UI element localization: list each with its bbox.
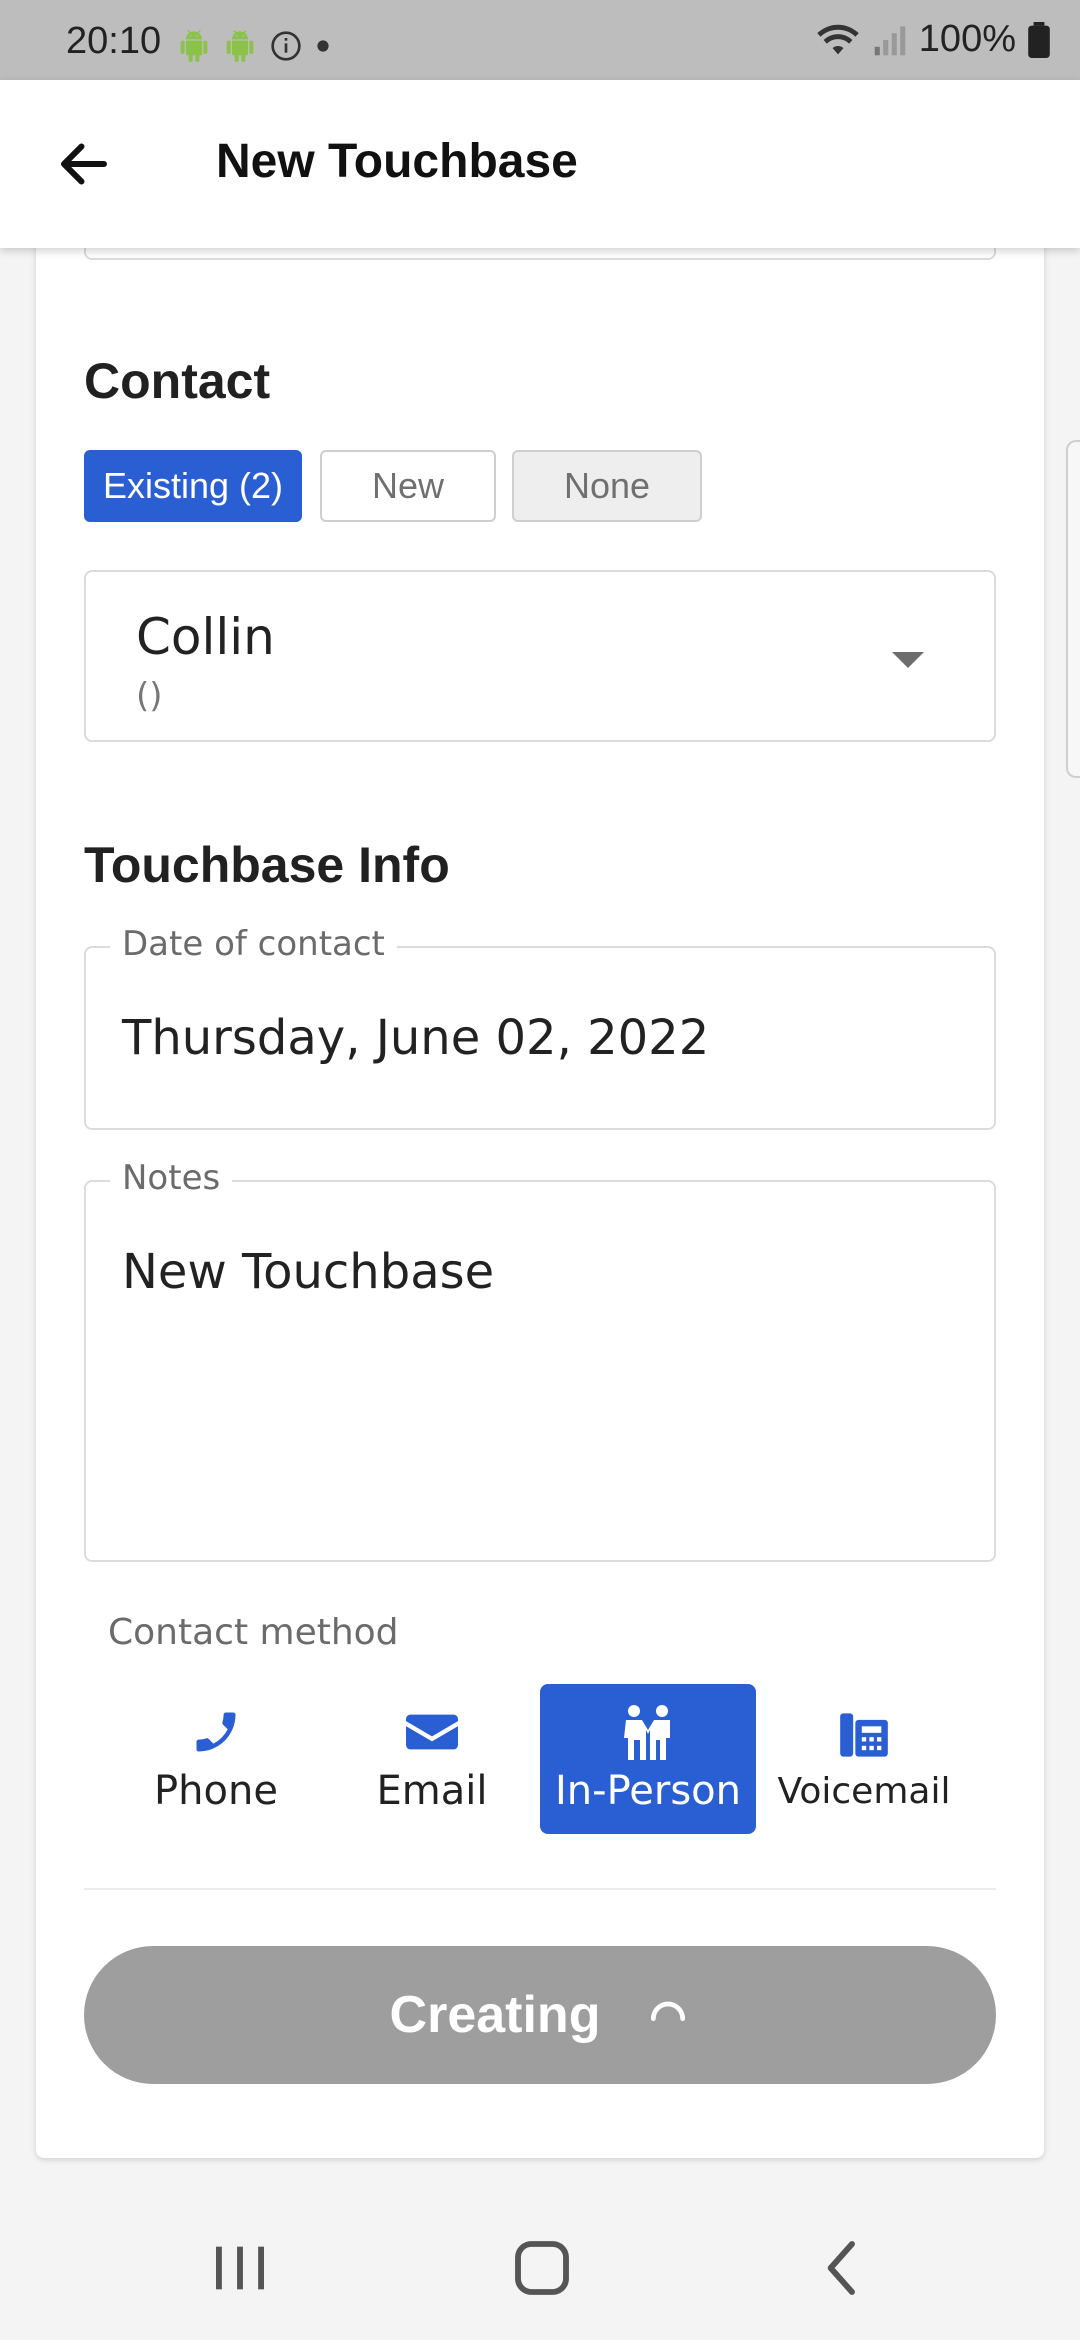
contact-select-name: Collin (136, 608, 275, 666)
notes-field-value: New Touchbase (122, 1244, 495, 1300)
battery-percent: 100% (918, 18, 1016, 60)
system-nav-bar (0, 2196, 1080, 2340)
date-field-value: Thursday, June 02, 2022 (122, 1010, 710, 1066)
dropdown-caret-icon (892, 652, 924, 668)
method-in-person-label: In-Person (555, 1768, 741, 1814)
contact-heading: Contact (84, 353, 271, 409)
segment-existing[interactable]: Existing (2) (84, 450, 302, 522)
scroll-handle[interactable] (1066, 440, 1080, 778)
touchbase-info-heading: Touchbase Info (84, 837, 450, 893)
phone-icon (196, 1712, 236, 1752)
create-button[interactable]: Creating (84, 1946, 996, 2084)
method-email-label: Email (376, 1768, 488, 1814)
dot-icon (317, 40, 329, 52)
wifi-icon (817, 24, 859, 54)
envelope-icon (406, 1714, 458, 1750)
signal-icon (874, 25, 906, 55)
status-right: 100% (815, 18, 1050, 61)
method-email[interactable]: Email (324, 1684, 540, 1834)
method-voicemail-label: Voicemail (777, 1770, 951, 1812)
contact-method-label: Contact method (108, 1612, 399, 1653)
method-in-person[interactable]: In-Person (540, 1684, 756, 1834)
method-phone-label: Phone (154, 1768, 278, 1814)
recent-apps-icon[interactable] (208, 2236, 272, 2300)
people-icon (624, 1705, 670, 1760)
method-voicemail[interactable]: Voicemail (756, 1684, 972, 1834)
contact-select[interactable]: Collin () (84, 570, 996, 742)
app-bar: New Touchbase (0, 80, 1080, 248)
status-notification-icons (178, 30, 330, 62)
status-time: 20:10 (66, 20, 162, 62)
segment-new[interactable]: New (320, 450, 496, 522)
create-button-label: Creating (389, 1986, 601, 2044)
spinner-icon (651, 2001, 686, 2022)
date-field[interactable]: Date of contact Thursday, June 02, 2022 (84, 924, 996, 1130)
status-bar: 20:10 100% (0, 0, 1080, 80)
android-icon (180, 30, 208, 62)
date-field-label: Date of contact (110, 924, 397, 964)
notes-field-label: Notes (110, 1158, 233, 1198)
back-arrow-icon[interactable] (52, 134, 116, 194)
battery-icon (1028, 21, 1050, 58)
info-icon (271, 31, 301, 61)
method-phone[interactable]: Phone (108, 1684, 324, 1834)
segment-none[interactable]: None (512, 450, 702, 522)
android-icon (226, 30, 254, 62)
home-icon[interactable] (510, 2236, 574, 2300)
divider (84, 1888, 996, 1890)
back-icon[interactable] (812, 2236, 876, 2300)
voicemail-icon (840, 1712, 888, 1757)
notes-field[interactable]: Notes New Touchbase (84, 1158, 996, 1562)
page-title: New Touchbase (216, 135, 578, 188)
contact-select-sub: () (136, 676, 163, 716)
